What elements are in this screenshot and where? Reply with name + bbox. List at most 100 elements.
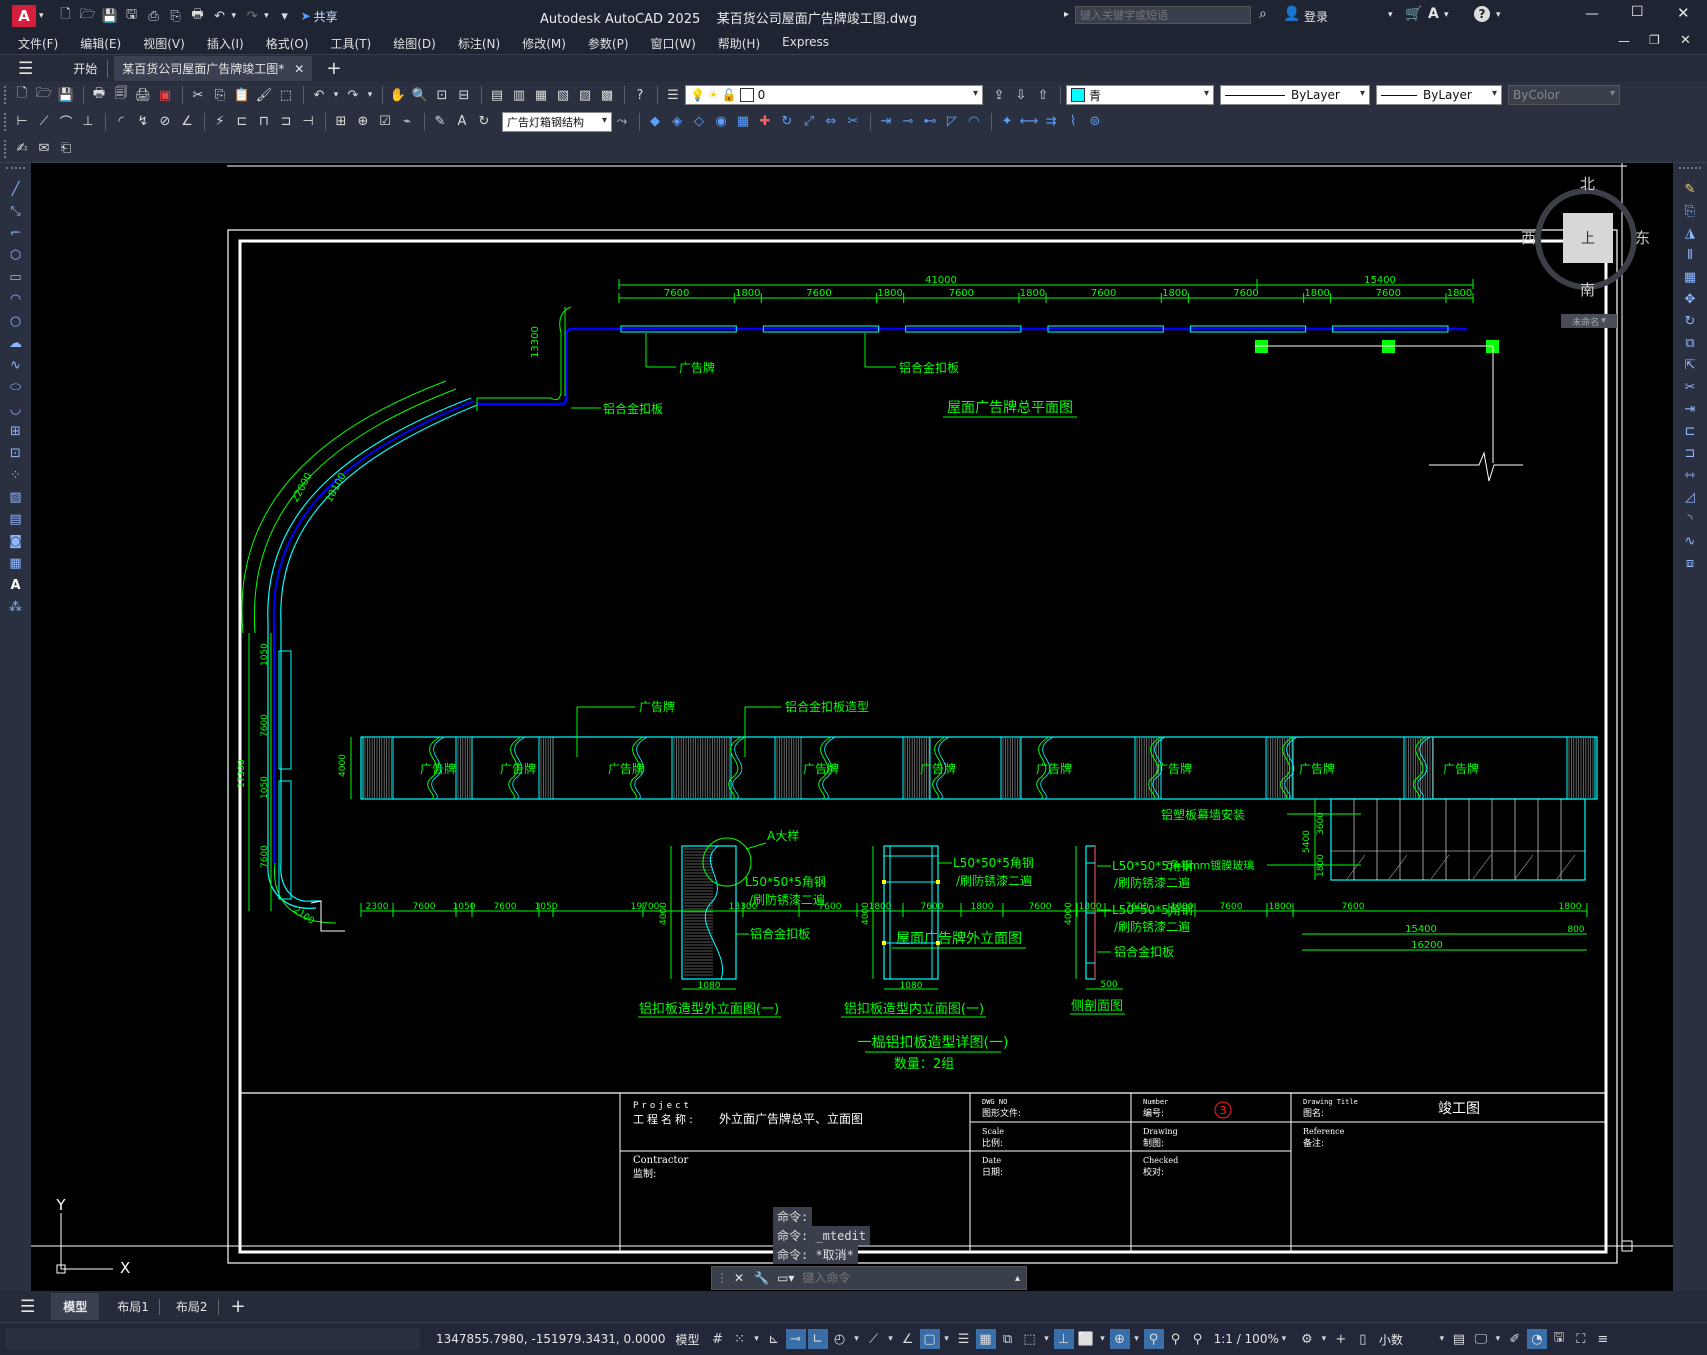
undo-icon[interactable]: ↶ — [210, 6, 230, 26]
search-input[interactable] — [1075, 6, 1251, 24]
print-icon[interactable]: 🖶 — [188, 6, 208, 26]
erase-icon[interactable]: ✎ — [1679, 179, 1701, 199]
annotation-monitor-icon[interactable]: + — [1331, 1329, 1351, 1349]
align-icon[interactable]: ⇉ — [1041, 112, 1061, 132]
menu-item-3[interactable]: 插入(I) — [207, 35, 244, 52]
chevron-down-icon[interactable]: ▾ — [1132, 1329, 1142, 1349]
zoom-realtime-icon[interactable]: 🔍 — [410, 85, 430, 105]
insert-block-icon[interactable]: ⊞ — [5, 421, 27, 441]
stretch-icon[interactable]: ⇱ — [1679, 355, 1701, 375]
mirror-icon[interactable]: ◇ — [689, 112, 709, 132]
chevron-down-icon[interactable]: ▾ — [942, 1329, 952, 1349]
help-icon[interactable]: ? — [630, 85, 650, 105]
rotate-icon[interactable]: ↻ — [777, 112, 797, 132]
hamburger-menu-icon[interactable]: ☰ — [18, 59, 33, 79]
object-snap-icon[interactable]: ▢ — [919, 1329, 940, 1349]
infer-constraints-icon[interactable]: ⊾ — [764, 1329, 784, 1349]
chamfer-icon[interactable]: ◿ — [1679, 487, 1701, 507]
break-icon[interactable]: ⊸ — [898, 112, 918, 132]
compass-west[interactable]: 西 — [1521, 227, 1536, 248]
customize-wrench-icon[interactable]: 🔧 — [754, 1271, 769, 1285]
quick-dimension-icon[interactable]: ⚡ — [210, 112, 230, 132]
refedit-close-icon[interactable]: ⎗ — [56, 139, 76, 159]
lengthen-icon[interactable]: ⟷ — [1019, 112, 1039, 132]
dynamic-input-icon[interactable]: ⊸ — [785, 1329, 806, 1349]
save-web-icon[interactable]: ⎘ — [166, 6, 186, 26]
graphics-performance-icon[interactable]: ◔ — [1526, 1329, 1547, 1349]
cut-icon[interactable]: ✂ — [188, 85, 208, 105]
new-icon[interactable]: 🗋 — [12, 85, 32, 105]
chevron-down-icon[interactable]: ▾ — [264, 11, 269, 21]
copy-icon[interactable]: ⎘ — [210, 85, 230, 105]
dynamic-ucs-icon[interactable]: ⊥ — [1053, 1329, 1074, 1349]
diameter-dimension-icon[interactable]: ⊘ — [155, 112, 175, 132]
menu-item-0[interactable]: 文件(F) — [18, 35, 58, 52]
radius-dimension-icon[interactable]: ◜ — [111, 112, 131, 132]
menu-item-4[interactable]: 格式(O) — [266, 35, 309, 52]
dimension-update-icon[interactable]: ↻ — [474, 112, 494, 132]
scale-icon[interactable]: ⧉ — [1679, 333, 1701, 353]
construction-line-icon[interactable]: ⤡ — [5, 201, 27, 221]
arc-length-icon[interactable]: ⌒ — [56, 112, 76, 132]
line-icon[interactable]: ╱ — [5, 179, 27, 199]
dimension-break-icon[interactable]: ⊣ — [298, 112, 318, 132]
menu-item-5[interactable]: 工具(T) — [331, 35, 372, 52]
ortho-icon[interactable]: ∟ — [807, 1329, 828, 1349]
design-center-icon[interactable]: ▥ — [509, 85, 529, 105]
chevron-down-icon[interactable]: ▾ — [1098, 1329, 1108, 1349]
move-icon[interactable]: ✥ — [1679, 289, 1701, 309]
arc-icon[interactable]: ◠ — [5, 289, 27, 309]
circle-icon[interactable]: ○ — [5, 311, 27, 331]
doc-close-button[interactable]: ✕ — [1680, 33, 1691, 48]
jogged-dimension-icon[interactable]: ↯ — [133, 112, 153, 132]
polygon-icon[interactable]: ⬡ — [5, 245, 27, 265]
command-prompt-icon[interactable]: ▭▾ — [777, 1271, 794, 1285]
save-icon[interactable]: 💾 — [56, 85, 76, 105]
autodesk-a360-icon[interactable]: A — [1428, 6, 1439, 22]
erase-icon[interactable]: ◆ — [645, 112, 665, 132]
inspection-icon[interactable]: ☑ — [375, 112, 395, 132]
chevron-down-icon[interactable]: ▾ — [1042, 1329, 1052, 1349]
share-button[interactable]: ➤ 共享 — [301, 8, 338, 25]
chevron-up-icon[interactable]: ▴ — [1015, 1273, 1020, 1284]
new-icon[interactable]: 🗋 — [56, 6, 76, 26]
doc-restore-button[interactable]: ❐ — [1649, 33, 1660, 47]
menu-item-8[interactable]: 修改(M) — [522, 35, 566, 52]
edit-polyline-icon[interactable]: ⌇ — [1063, 112, 1083, 132]
minimize-button[interactable]: — — [1585, 6, 1599, 22]
break-at-point-icon[interactable]: ⊏ — [1679, 421, 1701, 441]
tab-layout2[interactable]: 布局2 — [166, 1293, 218, 1320]
copy-object-icon[interactable]: ⎘ — [1679, 201, 1701, 221]
paste-icon[interactable]: 📋 — [232, 85, 252, 105]
compass-north[interactable]: 北 — [1580, 173, 1595, 194]
color-combo[interactable]: 青 ▾ — [1066, 85, 1214, 105]
compass-south[interactable]: 南 — [1580, 279, 1595, 300]
join-icon[interactable]: ⊷ — [920, 112, 940, 132]
explode-icon[interactable]: ⧈ — [1679, 553, 1701, 573]
menu-item-9[interactable]: 参数(P) — [588, 35, 629, 52]
search-icon[interactable]: ⌕ — [1259, 6, 1267, 22]
layer-manager-icon[interactable]: ☰ — [663, 85, 683, 105]
redo-icon[interactable]: ↷ — [242, 6, 262, 26]
coordinates-readout[interactable]: 1347855.7980, -151979.3431, 0.0000 — [436, 1332, 666, 1346]
menu-item-1[interactable]: 编辑(E) — [80, 35, 121, 52]
pan-icon[interactable]: ✋ — [388, 85, 408, 105]
customize-status-icon[interactable]: ≡ — [1593, 1329, 1613, 1349]
match-properties-icon[interactable]: 🖌 — [254, 85, 274, 105]
isodraft-icon[interactable]: ⟋ — [864, 1329, 884, 1349]
tab-start[interactable]: 开始 — [63, 60, 107, 77]
lineweight-icon[interactable]: ☰ — [954, 1329, 974, 1349]
layer-combo[interactable]: 💡 ☀ 🔓 0 ▾ — [685, 85, 983, 105]
continue-dimension-icon[interactable]: ⊓ — [254, 112, 274, 132]
block-editor-icon[interactable]: ⬚ — [276, 85, 296, 105]
grip-icon[interactable]: ⋮ — [716, 1271, 728, 1285]
dimension-text-edit-icon[interactable]: A — [452, 112, 472, 132]
break-icon[interactable]: ⊐ — [1679, 443, 1701, 463]
undo-icon[interactable]: ↶ — [309, 85, 329, 105]
menu-item-6[interactable]: 绘图(D) — [393, 35, 436, 52]
chevron-right-icon[interactable]: ▸ — [1064, 9, 1069, 20]
menu-item-2[interactable]: 视图(V) — [143, 35, 185, 52]
save-icon[interactable]: 💾 — [100, 6, 120, 26]
extend-icon[interactable]: ⇥ — [1679, 399, 1701, 419]
linetype-combo[interactable]: ByLayer ▾ — [1220, 85, 1370, 105]
